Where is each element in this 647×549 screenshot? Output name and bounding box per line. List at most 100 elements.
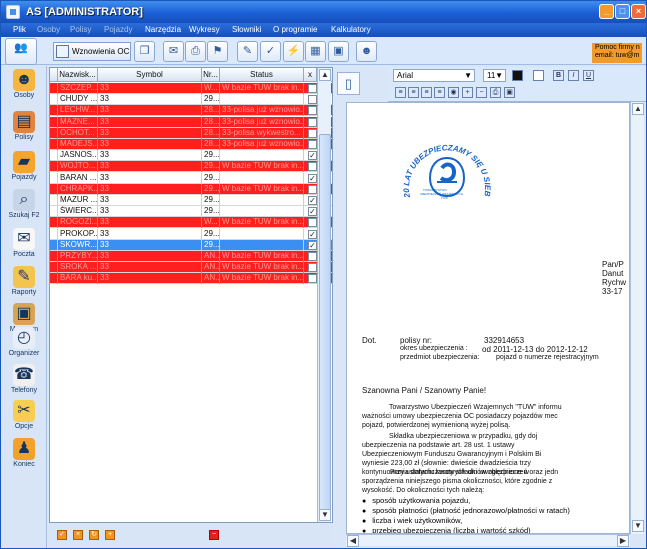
row-checkbox[interactable] bbox=[308, 106, 317, 116]
row-checkbox[interactable] bbox=[308, 84, 317, 93]
table-row[interactable]: BARA ku...33AN...W bazie TUW brak in... bbox=[50, 273, 332, 285]
document-scroll-right-button[interactable]: ▶ bbox=[617, 535, 629, 547]
menu-kalkulatory[interactable]: Kalkulatory bbox=[331, 25, 371, 34]
sidebar-item-telefony[interactable]: ☎ Telefony bbox=[3, 363, 45, 402]
row-checkbox[interactable] bbox=[308, 140, 317, 149]
row-checkbox[interactable] bbox=[308, 263, 317, 273]
sidebar-item-organizer[interactable]: ◴ Organizer bbox=[3, 326, 45, 365]
text-color-icon[interactable] bbox=[512, 70, 523, 81]
row-checkbox[interactable] bbox=[308, 218, 317, 228]
column-header-status[interactable]: Status bbox=[220, 68, 304, 82]
minimize-button[interactable]: _ bbox=[599, 4, 614, 19]
align-left-icon[interactable]: ≡ bbox=[395, 87, 406, 98]
table-row[interactable]: SROKA ...33AN...W bazie TUW brak in... bbox=[50, 262, 332, 274]
justify-icon[interactable]: ≡ bbox=[434, 87, 445, 98]
document-scroll-down-button[interactable]: ▼ bbox=[632, 520, 644, 532]
underline-button[interactable]: U bbox=[583, 70, 594, 81]
align-center-icon[interactable]: ≡ bbox=[408, 87, 419, 98]
column-header-x[interactable]: x bbox=[304, 68, 317, 82]
print-icon[interactable]: ⎙ bbox=[185, 41, 206, 62]
status-cancel-icon[interactable]: × bbox=[73, 530, 83, 540]
renewals-oc-button[interactable]: Wznowienia OC bbox=[53, 42, 131, 61]
close-button[interactable]: × bbox=[631, 4, 646, 19]
row-checkbox[interactable]: ✓ bbox=[308, 229, 317, 239]
table-row[interactable]: ŚWIERC... 33 29... ✓ bbox=[50, 206, 332, 218]
menu-o-programie[interactable]: O programie bbox=[273, 25, 317, 34]
zoom-in-icon[interactable]: + bbox=[462, 87, 473, 98]
table-row[interactable]: PRZYBY...33AN...W bazie TUW brak in... bbox=[50, 251, 332, 262]
row-checkbox[interactable] bbox=[308, 252, 317, 261]
row-checkbox[interactable] bbox=[308, 128, 317, 138]
sidebar-item-raporty[interactable]: ✎ Raporty bbox=[3, 265, 45, 304]
table-row[interactable]: CHRAPK... 33 29... W bazie TUW brak in... bbox=[50, 183, 332, 195]
menu-wykresy[interactable]: Wykresy bbox=[189, 25, 220, 34]
italic-button[interactable]: I bbox=[568, 70, 579, 81]
insert-image-icon[interactable]: ◉ bbox=[448, 87, 459, 98]
envelope-icon[interactable]: ✉ bbox=[163, 41, 184, 62]
column-header-name[interactable]: Nazwisk... bbox=[58, 68, 98, 82]
table-row[interactable]: JASNOS... 33 29... ✓ bbox=[50, 150, 332, 162]
sidebar-item-pojazdy[interactable]: ▰ Pojazdy bbox=[3, 150, 45, 189]
table-icon[interactable]: ▦ bbox=[305, 41, 326, 62]
align-right-icon[interactable]: ≡ bbox=[421, 87, 432, 98]
table-vertical-scrollbar[interactable]: ▲ ▼ bbox=[317, 68, 331, 522]
table-row[interactable]: OCHOT... 33 28... 33-polisa wykwestro... bbox=[50, 127, 332, 139]
row-checkbox[interactable] bbox=[308, 117, 317, 127]
person-icon[interactable]: ☻ bbox=[356, 41, 377, 62]
table-row[interactable]: MAZNE... 33 28... 33-polisa już wznowio... bbox=[50, 116, 332, 128]
row-checkbox[interactable] bbox=[308, 184, 317, 194]
copy-icon[interactable]: ❐ bbox=[134, 41, 155, 62]
document-scroll-up-button[interactable]: ▲ bbox=[632, 103, 644, 115]
table-row[interactable]: LECHW... 33 28... 33-polisa już wznowio... bbox=[50, 105, 332, 117]
bold-button[interactable]: B bbox=[553, 70, 564, 81]
scroll-thumb[interactable] bbox=[319, 134, 331, 514]
print-preview-icon[interactable]: ▣ bbox=[504, 87, 515, 98]
print-icon[interactable]: ⎙ bbox=[490, 87, 501, 98]
sidebar-item-opcje[interactable]: ✂ Opcje bbox=[3, 399, 45, 438]
sidebar-item-poczta[interactable]: ✉ Poczta bbox=[3, 227, 45, 266]
table-row[interactable]: WOJTO... 33 29... W bazie TUW brak in... bbox=[50, 161, 332, 173]
row-checkbox[interactable]: ✓ bbox=[308, 207, 317, 217]
document-icon[interactable]: ▯ bbox=[337, 72, 360, 95]
menu-plik[interactable]: Plik bbox=[13, 25, 26, 34]
row-checkbox[interactable]: ✓ bbox=[308, 240, 317, 250]
document-horizontal-scrollbar[interactable]: ◀ ▶ bbox=[346, 534, 630, 547]
row-checkbox[interactable] bbox=[308, 95, 317, 105]
document-vertical-scrollbar[interactable]: ▲ ▼ bbox=[630, 102, 644, 534]
row-checkbox[interactable]: ✓ bbox=[308, 196, 317, 205]
delete-icon[interactable]: − bbox=[209, 530, 219, 540]
font-size-select[interactable]: 11 ▼ bbox=[483, 69, 506, 82]
document-scroll-left-button[interactable]: ◀ bbox=[347, 535, 359, 547]
approve-icon[interactable]: ✓ bbox=[260, 41, 281, 62]
sidebar-item-szukaj[interactable]: ⌕ Szukaj F2 bbox=[3, 188, 45, 227]
table-row[interactable]: CHUDY ... 33 29... bbox=[50, 94, 332, 106]
zoom-out-icon[interactable]: − bbox=[476, 87, 487, 98]
row-checkbox[interactable] bbox=[308, 274, 317, 284]
background-color-icon[interactable] bbox=[533, 70, 544, 81]
table-row[interactable]: SKOWR... 33 29... ✓ bbox=[50, 239, 332, 251]
status-check-icon[interactable]: ✓ bbox=[57, 530, 67, 540]
table-row[interactable]: ROGOZI... 33 W... W bazie TUW brak in... bbox=[50, 217, 332, 229]
column-header-symbol[interactable]: Symbol bbox=[98, 68, 202, 82]
sidebar-item-osoby[interactable]: ☻ Osoby bbox=[3, 68, 45, 107]
lightning-icon[interactable]: ⚡ bbox=[283, 41, 304, 62]
menu-narzedzia[interactable]: Narzędzia bbox=[145, 25, 181, 34]
status-add-icon[interactable]: + bbox=[105, 530, 115, 540]
sidebar-item-polisy[interactable]: ▤ Polisy bbox=[3, 110, 45, 149]
calendar-icon[interactable]: ▣ bbox=[328, 41, 349, 62]
row-checkbox[interactable]: ✓ bbox=[308, 151, 317, 161]
status-refresh-icon[interactable]: ↻ bbox=[89, 530, 99, 540]
title-bar[interactable]: AS [ADMINISTRATOR] _ □ × bbox=[1, 1, 646, 23]
maximize-button[interactable]: □ bbox=[615, 4, 630, 19]
table-row[interactable]: MADEJS... 33 28... 33-polisa już wznowio... bbox=[50, 139, 332, 150]
menu-slowniki[interactable]: Słowniki bbox=[232, 25, 261, 34]
column-header-number[interactable]: Nr... bbox=[202, 68, 220, 82]
row-checkbox[interactable]: ✓ bbox=[308, 173, 317, 183]
font-select[interactable]: Arial ▼ bbox=[393, 69, 475, 82]
table-row[interactable]: PROKOP... 33 29... ✓ bbox=[50, 228, 332, 240]
scroll-up-button[interactable]: ▲ bbox=[319, 69, 331, 81]
table-row[interactable]: SZCZEP... 33 W... W bazie TUW brak in... bbox=[50, 83, 332, 94]
stamp-icon[interactable]: ⚑ bbox=[207, 41, 228, 62]
people-icon[interactable]: 👥 bbox=[5, 38, 37, 65]
row-checkbox[interactable] bbox=[308, 162, 317, 172]
